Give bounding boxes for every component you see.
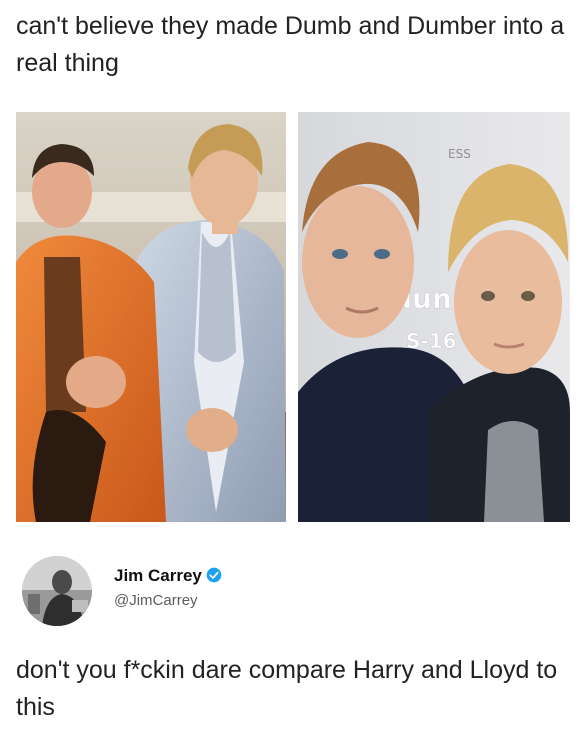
post-caption: can't believe they made Dumb and Dumber … bbox=[16, 12, 565, 77]
author-handle[interactable]: @JimCarrey bbox=[114, 592, 198, 609]
movie-still-image bbox=[16, 112, 286, 522]
author-name-row[interactable]: Jim Carrey bbox=[114, 566, 222, 586]
selfie-image: ESS dun S-16 bbox=[298, 112, 570, 522]
backdrop-text-ess: ESS bbox=[448, 147, 471, 161]
author-name[interactable]: Jim Carrey bbox=[114, 566, 202, 585]
avatar[interactable] bbox=[22, 556, 92, 626]
tweet-text: don't you f*ckin dare compare Harry and … bbox=[16, 656, 558, 721]
verified-badge-icon bbox=[206, 567, 222, 583]
tweet-author[interactable]: Jim Carrey @JimCarrey bbox=[22, 554, 562, 628]
